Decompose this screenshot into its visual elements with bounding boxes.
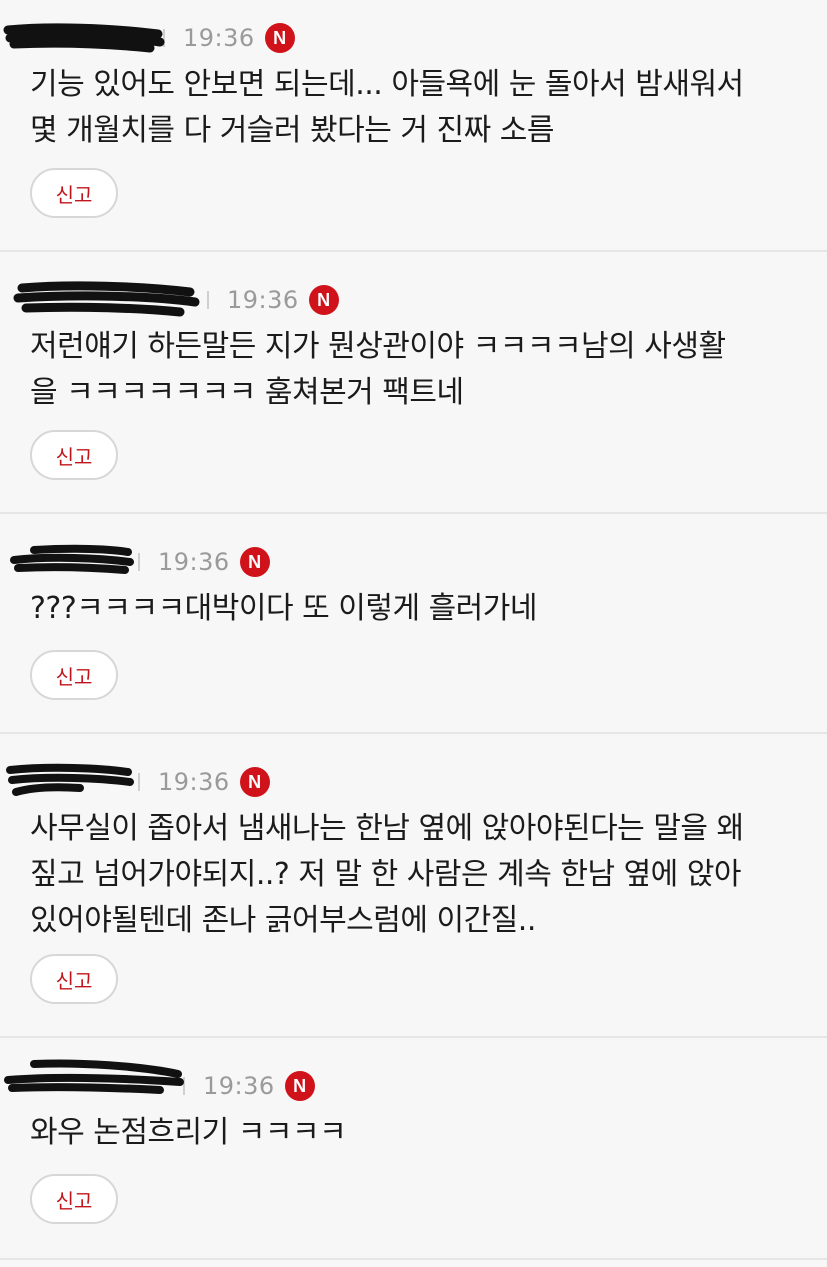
report-button[interactable]: 신고 (30, 430, 118, 480)
comment-time: 19:36 (158, 768, 230, 796)
new-badge-icon: N (284, 1071, 315, 1101)
comment-time: 19:36 (203, 1072, 275, 1100)
comment-meta: 19:36 N (0, 18, 300, 58)
comment-item: 19:36 N 와우 논점흐리기 ㅋㅋㅋㅋ 신고 (0, 1038, 827, 1260)
new-badge-icon: N (239, 547, 270, 577)
comment-time: 19:36 (158, 548, 230, 576)
report-button[interactable]: 신고 (30, 168, 118, 218)
comment-meta: 19:36 N (0, 542, 300, 582)
comment-time: 19:36 (183, 24, 255, 52)
new-badge-icon: N (308, 285, 339, 315)
comment-item: 19:36 N 사무실이 좁아서 냄새나는 한남 옆에 앉아야된다는 말을 왜 … (0, 734, 827, 1038)
scrollbar[interactable] (821, 0, 827, 1267)
comment-text: 저런얘기 하든말든 지가 뭔상관이야 ㅋㅋㅋㅋ남의 사생활 을 ㅋㅋㅋㅋㅋㅋㅋ … (30, 329, 726, 410)
comment-text: 와우 논점흐리기 ㅋㅋㅋㅋ (30, 1115, 347, 1150)
redacted-username-scribble (3, 23, 165, 53)
comment-item: 19:36 N 저런얘기 하든말든 지가 뭔상관이야 ㅋㅋㅋㅋ남의 사생활 을 … (0, 252, 827, 514)
comment-list: 19:36 N 기능 있어도 안보면 되는데... 아들욕에 눈 돌아서 밤새워… (0, 0, 827, 1267)
comment-time: 19:36 (227, 286, 299, 314)
comment-text: 기능 있어도 안보면 되는데... 아들욕에 눈 돌아서 밤새워서 몇 개월치를… (30, 67, 744, 148)
comment-item: 19:36 N ???ㅋㅋㅋㅋ대박이다 또 이렇게 흘러가네 신고 (0, 514, 827, 734)
redacted-username-scribble (10, 544, 134, 574)
meta-divider (207, 291, 209, 309)
new-badge-icon: N (264, 23, 295, 53)
comment-meta: 19:36 N (0, 280, 360, 320)
redacted-username-scribble (13, 281, 200, 317)
comment-text: 사무실이 좁아서 냄새나는 한남 옆에 앉아야된다는 말을 왜 짚고 넘어가야되… (30, 811, 744, 938)
comment-item: 19:36 N 기능 있어도 안보면 되는데... 아들욕에 눈 돌아서 밤새워… (0, 0, 827, 252)
comment-meta: 19:36 N (0, 762, 300, 802)
new-badge-icon: N (239, 767, 270, 797)
meta-divider (138, 553, 140, 571)
redacted-username-scribble (6, 763, 134, 796)
meta-divider (138, 773, 140, 791)
report-button[interactable]: 신고 (30, 954, 118, 1004)
redacted-username-scribble (4, 1059, 184, 1094)
comment-text: ???ㅋㅋㅋㅋ대박이다 또 이렇게 흘러가네 (30, 591, 537, 626)
report-button[interactable]: 신고 (30, 1174, 118, 1224)
comment-meta: 19:36 N (0, 1059, 360, 1106)
report-button[interactable]: 신고 (30, 650, 118, 700)
